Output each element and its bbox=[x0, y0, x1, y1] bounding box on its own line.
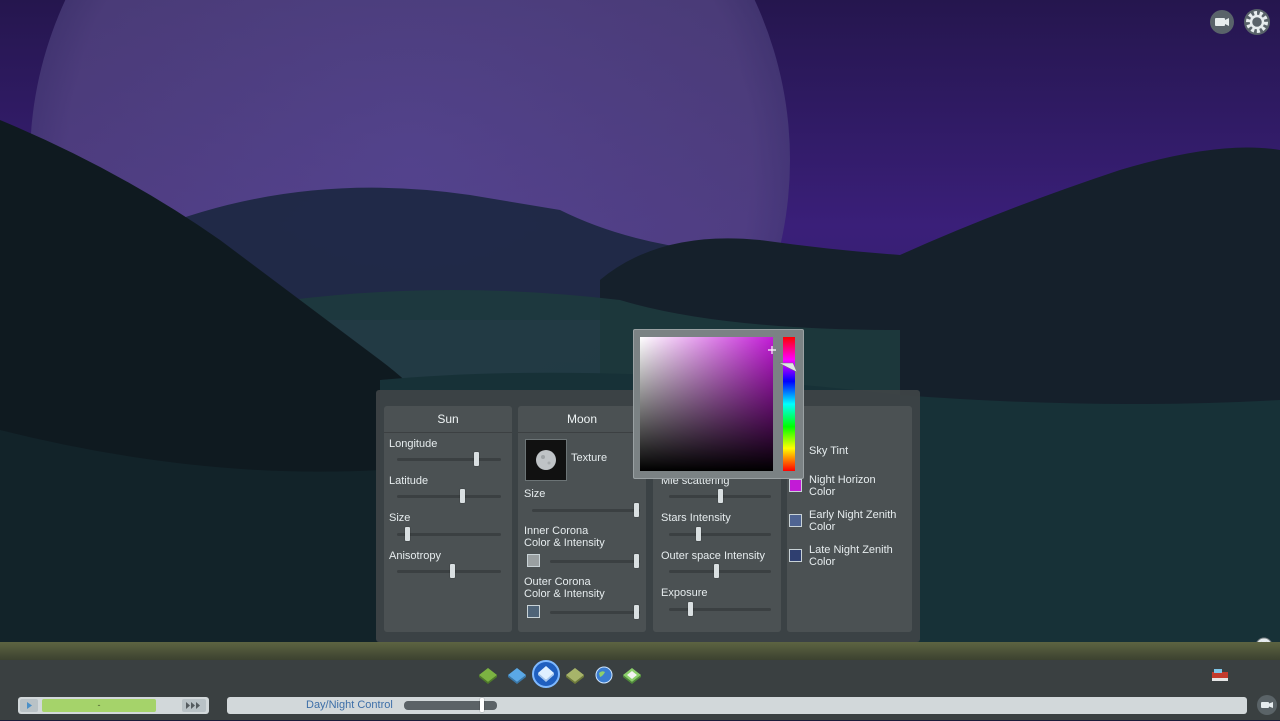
day-night-slider[interactable] bbox=[404, 698, 497, 712]
inner-corona-slider[interactable] bbox=[550, 554, 640, 568]
late-night-zenith-color-swatch[interactable] bbox=[789, 549, 802, 562]
outer-corona-color-swatch[interactable] bbox=[527, 605, 540, 618]
sun-header: Sun bbox=[384, 406, 512, 433]
anisotropy-label: Anisotropy bbox=[389, 550, 441, 562]
slider-thumb[interactable] bbox=[696, 527, 702, 541]
sky-tool-icon[interactable] bbox=[532, 660, 560, 688]
color-picker-popup bbox=[633, 329, 804, 479]
terrain-tool-icon[interactable] bbox=[477, 664, 499, 686]
speed-button[interactable] bbox=[182, 699, 206, 712]
stars-intensity-label: Stars Intensity bbox=[661, 512, 731, 524]
outer-corona-slider[interactable] bbox=[550, 605, 640, 619]
slider-thumb[interactable] bbox=[634, 605, 640, 619]
latitude-label: Latitude bbox=[389, 475, 429, 487]
late-night-zenith-label: Late Night Zenith Color bbox=[809, 544, 893, 568]
slider-thumb[interactable] bbox=[479, 698, 484, 712]
time-placeholder: - bbox=[97, 700, 101, 710]
late-night-line2: Color bbox=[809, 556, 836, 568]
play-icon bbox=[27, 702, 32, 709]
longitude-slider[interactable] bbox=[397, 452, 501, 466]
camera-icon[interactable] bbox=[1208, 8, 1236, 36]
water-tool-icon[interactable] bbox=[506, 664, 528, 686]
play-button[interactable] bbox=[20, 699, 38, 712]
outer-corona-label: Outer Corona Color & Intensity bbox=[524, 576, 605, 600]
slider-thumb[interactable] bbox=[717, 489, 723, 503]
night-horizon-label: Night Horizon Color bbox=[809, 474, 876, 498]
day-night-label: Day/Night Control bbox=[306, 699, 393, 711]
slider-thumb[interactable] bbox=[450, 564, 456, 578]
sky-tint-label: Sky Tint bbox=[809, 445, 849, 457]
gear-icon[interactable] bbox=[1243, 8, 1271, 36]
late-night-line1: Late Night Zenith bbox=[809, 544, 893, 556]
outer-corona-line2: Color & Intensity bbox=[524, 588, 605, 600]
moon-size-label: Size bbox=[524, 488, 546, 500]
bulldozer-tool-icon[interactable] bbox=[1210, 666, 1230, 682]
inner-corona-label: Inner Corona Color & Intensity bbox=[524, 525, 605, 549]
slider-thumb[interactable] bbox=[713, 564, 719, 578]
camera-icon[interactable] bbox=[1256, 694, 1278, 716]
outer-space-intensity-slider[interactable] bbox=[669, 564, 771, 578]
moon-header: Moon bbox=[518, 406, 646, 433]
saturation-value-field[interactable] bbox=[640, 337, 776, 471]
exposure-label: Exposure bbox=[661, 587, 708, 599]
moon-icon bbox=[536, 450, 556, 470]
night-horizon-color-swatch[interactable] bbox=[789, 479, 802, 492]
outer-corona-line1: Outer Corona bbox=[524, 576, 591, 588]
inner-corona-line1: Inner Corona bbox=[524, 525, 589, 537]
slider-thumb[interactable] bbox=[633, 503, 639, 517]
stars-intensity-slider[interactable] bbox=[669, 527, 771, 541]
night-horizon-line2: Color bbox=[809, 486, 836, 498]
slider-thumb[interactable] bbox=[474, 452, 480, 466]
moon-size-slider[interactable] bbox=[532, 503, 640, 517]
anisotropy-slider[interactable] bbox=[397, 564, 501, 578]
fast-forward-icon bbox=[186, 702, 200, 709]
moon-texture-thumbnail[interactable] bbox=[525, 439, 567, 481]
color-cursor-icon[interactable] bbox=[768, 341, 776, 354]
time-speed-bar: - bbox=[18, 697, 209, 714]
map-tool-icon[interactable] bbox=[621, 664, 643, 686]
slider-thumb[interactable] bbox=[404, 527, 410, 541]
outer-space-intensity-label: Outer space Intensity bbox=[661, 550, 765, 562]
early-night-line2: Color bbox=[809, 521, 836, 533]
hue-handle-icon[interactable] bbox=[778, 361, 799, 373]
early-night-zenith-label: Early Night Zenith Color bbox=[809, 509, 896, 533]
exposure-slider[interactable] bbox=[669, 602, 771, 616]
sun-size-slider[interactable] bbox=[397, 527, 501, 541]
mie-scattering-slider[interactable] bbox=[669, 489, 771, 503]
inner-corona-color-swatch[interactable] bbox=[527, 554, 540, 567]
early-night-zenith-color-swatch[interactable] bbox=[789, 514, 802, 527]
panel-tray-strip bbox=[0, 642, 1280, 660]
early-night-line1: Early Night Zenith bbox=[809, 509, 897, 521]
grass-tool-icon[interactable] bbox=[564, 664, 586, 686]
slider-thumb[interactable] bbox=[460, 489, 466, 503]
globe-tool-icon[interactable] bbox=[593, 664, 615, 686]
texture-label: Texture bbox=[571, 452, 608, 464]
slider-thumb[interactable] bbox=[634, 554, 640, 568]
time-progress: - bbox=[42, 699, 156, 712]
inner-corona-line2: Color & Intensity bbox=[524, 537, 605, 549]
slider-thumb[interactable] bbox=[688, 602, 694, 616]
longitude-label: Longitude bbox=[389, 438, 438, 450]
night-horizon-line1: Night Horizon bbox=[809, 474, 876, 486]
day-night-bar: Day/Night Control bbox=[227, 697, 1247, 714]
size-label: Size bbox=[389, 512, 411, 524]
latitude-slider[interactable] bbox=[397, 489, 501, 503]
hue-slider[interactable] bbox=[778, 337, 798, 471]
